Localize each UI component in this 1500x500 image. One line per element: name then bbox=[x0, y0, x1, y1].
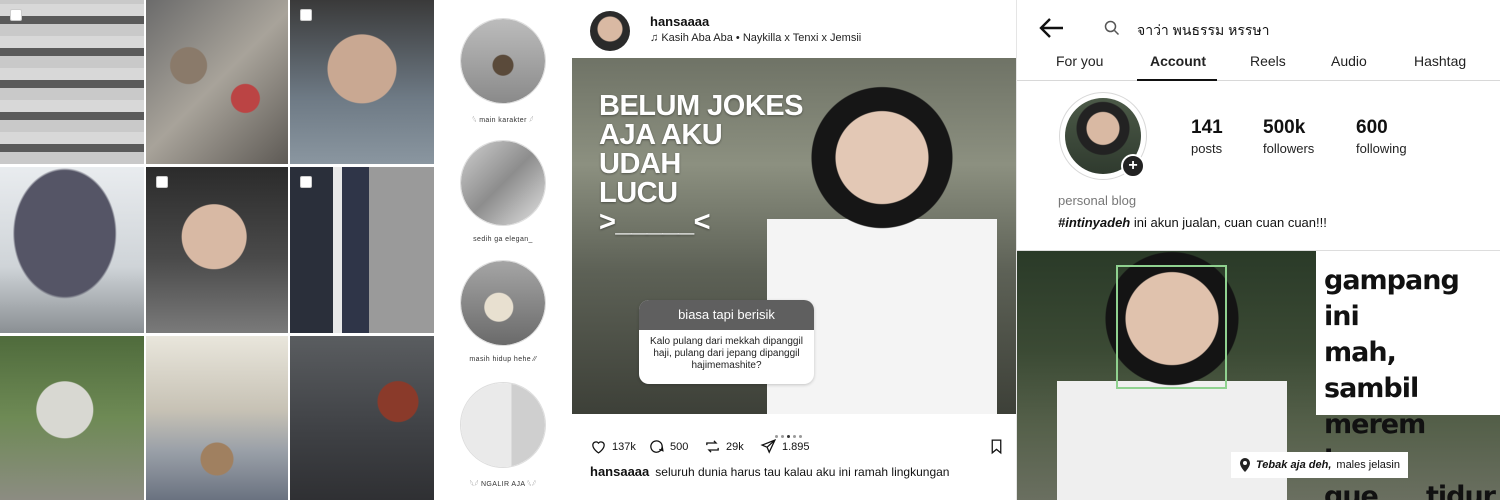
headline-line: LUCU bbox=[599, 177, 678, 209]
share-count: 1.895 bbox=[782, 440, 810, 453]
search-tabs: For you Account Reels Audio Hashtag bbox=[1017, 45, 1500, 81]
tab-account[interactable]: Account bbox=[1150, 53, 1206, 69]
posts-stat[interactable]: 141 posts bbox=[1191, 117, 1223, 156]
highlight-item[interactable]: 𓆩𓆪 NGALIR AJA 𓆩𓆪 bbox=[434, 382, 572, 489]
meme-line: gampang ini bbox=[1324, 265, 1460, 332]
select-checkbox[interactable] bbox=[156, 176, 168, 188]
followers-count: 500k bbox=[1263, 117, 1306, 138]
following-stat[interactable]: 600 following bbox=[1356, 117, 1407, 156]
stone-wall-photo[interactable] bbox=[290, 336, 434, 500]
headline-line: UDAH bbox=[599, 148, 681, 180]
post-photo[interactable]: BELUM JOKES AJA AKU UDAH LUCU >_____< bi… bbox=[572, 58, 1016, 414]
location-pin-icon bbox=[1240, 458, 1250, 472]
select-checkbox[interactable] bbox=[300, 9, 312, 21]
umbrella-street-photo[interactable] bbox=[0, 167, 144, 333]
highlight-cover[interactable] bbox=[460, 382, 546, 468]
back-arrow-icon[interactable] bbox=[1039, 16, 1065, 40]
highlight-item[interactable]: sedih ga elegan_ bbox=[434, 140, 572, 243]
meme-text-box: gampang ini mah, sambil merem juga gue t… bbox=[1316, 251, 1500, 500]
cat-patio-photo[interactable] bbox=[146, 336, 288, 500]
location-tag[interactable]: Tebak aja deh, males jelasin bbox=[1231, 452, 1408, 478]
garden-statue-photo[interactable] bbox=[0, 336, 144, 500]
face-detect-box bbox=[1116, 265, 1227, 389]
repost-button[interactable]: 29k bbox=[704, 438, 744, 455]
music-title: Kasih Aba Aba • Naykilla x Tenxi x Jemsi… bbox=[661, 32, 862, 44]
highlight-label: masih hidup hehe ⁄⁄ bbox=[469, 356, 537, 363]
avatar[interactable] bbox=[590, 11, 630, 51]
add-story-button[interactable]: + bbox=[1121, 154, 1145, 178]
location-text: males jelasin bbox=[1336, 459, 1400, 471]
caption-text: seluruh dunia harus tau kalau aku ini ra… bbox=[655, 465, 950, 479]
followers-stat[interactable]: 500k followers bbox=[1263, 117, 1314, 156]
repost-icon bbox=[706, 440, 719, 453]
posts-count: 141 bbox=[1191, 117, 1223, 138]
highlight-item[interactable]: masih hidup hehe ⁄⁄ bbox=[434, 260, 572, 363]
caption-username[interactable]: hansaaaa bbox=[590, 464, 649, 479]
headline-line: AJA AKU bbox=[599, 119, 723, 151]
select-checkbox[interactable] bbox=[10, 9, 22, 21]
save-button[interactable] bbox=[988, 438, 1005, 455]
active-tab-indicator bbox=[1137, 79, 1217, 81]
bookmark-icon bbox=[991, 439, 1002, 455]
meme-line: gue tidur bbox=[1324, 481, 1496, 500]
like-count: 137k bbox=[612, 440, 636, 453]
share-button[interactable]: 1.895 bbox=[760, 438, 810, 455]
search-profile-panel: จาว่า พนธรรม หรรษา For you Account Reels… bbox=[1016, 0, 1500, 500]
headline-line: BELUM JOKES bbox=[599, 90, 803, 122]
comment-icon bbox=[650, 440, 664, 453]
profile-post-photo[interactable]: gampang ini mah, sambil merem juga gue t… bbox=[1017, 250, 1500, 500]
highlight-cover[interactable] bbox=[460, 260, 546, 346]
post-username[interactable]: hansaaaa bbox=[650, 14, 709, 29]
followers-label: followers bbox=[1263, 141, 1315, 156]
books-basket-photo[interactable] bbox=[290, 167, 434, 333]
meme-line: mah, sambil bbox=[1324, 337, 1419, 404]
highlight-cover[interactable] bbox=[460, 18, 546, 104]
guy-in-car-photo[interactable] bbox=[146, 167, 288, 333]
tab-audio[interactable]: Audio bbox=[1331, 53, 1367, 69]
highlight-label: sedih ga elegan_ bbox=[473, 236, 533, 243]
headline-line: >_____< bbox=[599, 206, 711, 238]
highlight-cover[interactable] bbox=[460, 140, 546, 226]
comment-button[interactable]: 500 bbox=[648, 438, 688, 455]
tab-for-you[interactable]: For you bbox=[1056, 53, 1103, 69]
profile-bio: #intinyadeh ini akun jualan, cuan cuan c… bbox=[1058, 215, 1327, 230]
following-count: 600 bbox=[1356, 117, 1388, 138]
post-actions: 137k 500 29k 1.895 bbox=[590, 438, 1006, 456]
following-label: following bbox=[1356, 141, 1407, 156]
highlight-label: 𓆩 main karakter 𓆪 bbox=[472, 117, 534, 124]
highlight-item[interactable]: 𓆩 main karakter 𓆪 bbox=[434, 18, 572, 125]
question-text: Kalo pulang dari mekkah dipanggil haji, … bbox=[650, 336, 803, 371]
table-clutter-photo[interactable] bbox=[146, 0, 288, 164]
tab-hashtag[interactable]: Hashtag bbox=[1414, 53, 1466, 69]
repost-count: 29k bbox=[726, 440, 744, 453]
music-note-icon: ♫ bbox=[650, 32, 659, 44]
sunglasses-display-photo[interactable] bbox=[0, 0, 144, 164]
question-title: biasa tapi berisik bbox=[639, 300, 814, 330]
search-input[interactable]: จาว่า พนธรรม หรรษา bbox=[1137, 20, 1270, 42]
guy-with-shades-photo[interactable] bbox=[290, 0, 434, 164]
post-headline: BELUM JOKES AJA AKU UDAH LUCU >_____< bbox=[599, 92, 839, 237]
highlight-label: 𓆩𓆪 NGALIR AJA 𓆩𓆪 bbox=[469, 481, 537, 488]
feed-post: hansaaaa ♫ Kasih Aba Aba • Naykilla x Te… bbox=[572, 0, 1016, 500]
tab-reels[interactable]: Reels bbox=[1250, 53, 1286, 69]
search-icon bbox=[1104, 20, 1120, 36]
post-music[interactable]: ♫ Kasih Aba Aba • Naykilla x Tenxi x Jem… bbox=[650, 32, 861, 44]
posts-label: posts bbox=[1191, 141, 1223, 156]
location-bold: Tebak aja deh, bbox=[1256, 459, 1332, 471]
story-highlights: 𓆩 main karakter 𓆪 sedih ga elegan_ masih… bbox=[434, 0, 572, 500]
bio-hashtag[interactable]: #intinyadeh bbox=[1058, 215, 1130, 230]
send-icon bbox=[760, 438, 777, 454]
like-button[interactable]: 137k bbox=[590, 438, 636, 455]
comment-count: 500 bbox=[670, 440, 689, 453]
heart-icon bbox=[592, 441, 605, 454]
profile-category: personal blog bbox=[1058, 193, 1137, 208]
select-checkbox[interactable] bbox=[300, 176, 312, 188]
bio-text: ini akun jualan, cuan cuan cuan!!! bbox=[1133, 215, 1327, 230]
post-caption: hansaaaa seluruh dunia harus tau kalau ak… bbox=[590, 464, 949, 479]
photo-grid bbox=[0, 0, 434, 500]
question-sticker[interactable]: biasa tapi berisik Kalo pulang dari mekk… bbox=[639, 300, 814, 384]
